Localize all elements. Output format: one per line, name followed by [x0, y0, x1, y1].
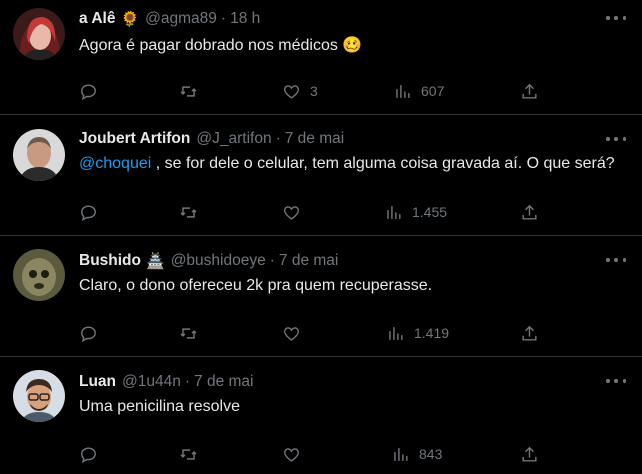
handle[interactable]: @1u44n: [122, 373, 181, 391]
heart-icon: [284, 205, 299, 220]
reply-icon: [81, 446, 96, 463]
more-icon[interactable]: [606, 13, 626, 23]
timestamp[interactable]: 7 de mai: [194, 373, 253, 391]
view-count: 843: [419, 446, 443, 462]
more-icon[interactable]: [606, 134, 626, 144]
view-count: 1.419: [414, 325, 450, 341]
tweet-text: Claro, o dono ofereceu 2k pra quem recup…: [79, 277, 432, 295]
views-button[interactable]: 1.419: [386, 322, 449, 344]
share-button[interactable]: [520, 201, 539, 223]
display-name[interactable]: Luan: [79, 373, 116, 391]
retweet-button[interactable]: [179, 322, 198, 344]
share-icon: [522, 83, 537, 99]
avatar[interactable]: [13, 8, 65, 60]
retweet-icon: [180, 448, 197, 460]
tweet-header: Luan @1u44n · 7 de mai: [79, 372, 254, 392]
timestamp[interactable]: 7 de mai: [285, 130, 344, 148]
views-icon: [394, 447, 408, 461]
retweet-icon: [180, 206, 197, 218]
heart-icon: [284, 447, 299, 462]
tweet-text-body: Claro, o dono ofereceu 2k pra quem recup…: [79, 277, 433, 294]
tweet-text: @choquei , se for dele o celular, tem al…: [79, 155, 615, 173]
tweet-text-body: , se for dele o celular, tem alguma cois…: [151, 155, 615, 172]
retweet-button[interactable]: [179, 201, 198, 223]
display-name[interactable]: a Alê: [79, 10, 115, 28]
tweet[interactable]: a Alê 🌻 @agma89 · 18 h Agora é pagar dob…: [0, 0, 642, 115]
like-button[interactable]: [282, 443, 301, 465]
separator: ·: [269, 252, 275, 269]
tweet-text: Agora é pagar dobrado nos médicos 🥴: [79, 35, 362, 55]
action-bar: 3 607: [0, 80, 642, 102]
separator: ·: [275, 130, 281, 147]
sunflower-emoji: 🌻: [120, 10, 140, 28]
woozy-face-emoji: 🥴: [342, 37, 363, 54]
separator: ·: [184, 373, 191, 390]
tweet-text: Uma penicilina resolve: [79, 398, 240, 416]
reply-button[interactable]: [79, 201, 98, 223]
avatar[interactable]: [13, 129, 65, 181]
share-icon: [522, 204, 537, 220]
reply-button[interactable]: [79, 80, 98, 102]
retweet-icon: [180, 327, 197, 339]
reply-icon: [81, 83, 96, 100]
handle[interactable]: @bushidoeye: [171, 252, 266, 270]
view-count: 1.455: [412, 204, 448, 220]
tweet-text-body: Uma penicilina resolve: [79, 398, 240, 415]
tweet-text-body: Agora é pagar dobrado nos médicos: [79, 37, 338, 54]
like-button[interactable]: [282, 322, 301, 344]
timestamp[interactable]: 18 h: [230, 10, 260, 28]
avatar[interactable]: [13, 249, 65, 301]
share-button[interactable]: [520, 80, 539, 102]
like-button[interactable]: [282, 201, 301, 223]
view-count: 607: [421, 83, 445, 99]
display-name[interactable]: Bushido: [79, 252, 141, 270]
share-button[interactable]: [520, 443, 539, 465]
share-button[interactable]: [520, 322, 539, 344]
tweet-header: Joubert Artifon @J_artifon · 7 de mai: [79, 129, 344, 149]
reply-icon: [81, 204, 96, 221]
tweet[interactable]: Luan @1u44n · 7 de mai Uma penicilina re…: [0, 357, 642, 474]
display-name[interactable]: Joubert Artifon: [79, 130, 190, 148]
timestamp[interactable]: 7 de mai: [279, 252, 338, 270]
handle[interactable]: @agma89: [145, 10, 217, 28]
more-icon[interactable]: [606, 255, 626, 265]
retweet-button[interactable]: [179, 443, 198, 465]
share-icon: [522, 446, 537, 462]
mention-link[interactable]: @choquei: [79, 155, 151, 172]
share-icon: [522, 325, 537, 341]
reply-icon: [81, 325, 96, 342]
action-bar: 1.419: [0, 322, 642, 344]
heart-icon: [284, 326, 299, 341]
views-button[interactable]: 607: [393, 80, 444, 102]
views-button[interactable]: 1.455: [384, 201, 447, 223]
retweet-button[interactable]: [179, 80, 198, 102]
avatar[interactable]: [13, 370, 65, 422]
heart-icon: [284, 84, 299, 99]
tweet[interactable]: Joubert Artifon @J_artifon · 7 de mai @c…: [0, 115, 642, 236]
like-button[interactable]: 3: [282, 80, 318, 102]
tweet-header: Bushido 🏯 @bushidoeye · 7 de mai: [79, 251, 338, 271]
views-icon: [396, 84, 410, 98]
views-icon: [389, 326, 403, 340]
castle-emoji: 🏯: [146, 252, 165, 270]
action-bar: 1.455: [0, 201, 642, 223]
handle[interactable]: @J_artifon: [196, 130, 271, 148]
retweet-icon: [180, 85, 197, 97]
separator: ·: [220, 10, 227, 27]
reply-button[interactable]: [79, 443, 98, 465]
action-bar: 843: [0, 443, 642, 465]
views-button[interactable]: 843: [391, 443, 442, 465]
more-icon[interactable]: [606, 376, 626, 386]
like-count: 3: [310, 83, 318, 99]
tweet[interactable]: Bushido 🏯 @bushidoeye · 7 de mai Claro, …: [0, 236, 642, 357]
reply-button[interactable]: [79, 322, 98, 344]
tweet-header: a Alê 🌻 @agma89 · 18 h: [79, 9, 260, 29]
views-icon: [387, 205, 401, 219]
